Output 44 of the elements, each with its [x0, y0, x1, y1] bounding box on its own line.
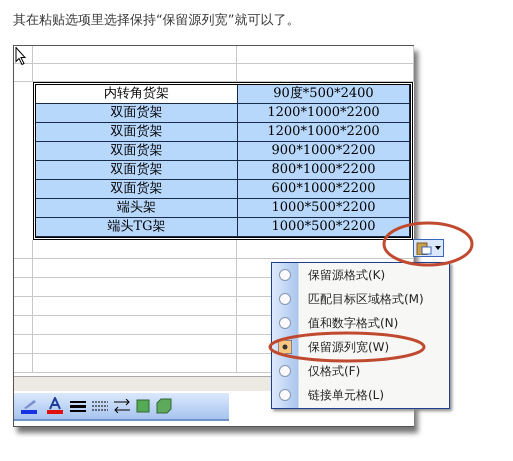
table-cell: 双面货架	[36, 142, 238, 161]
table-cell: 90度*500*2400	[238, 85, 410, 104]
line-style-icon[interactable]	[70, 400, 86, 412]
table-cell: 双面货架	[36, 161, 238, 180]
clipboard-icon	[416, 241, 432, 255]
empty-cell	[14, 259, 33, 278]
menu-item[interactable]: 链接单元格(L)	[272, 383, 449, 407]
menu-item[interactable]: 匹配目标区域格式(M)	[272, 287, 449, 311]
menu-item[interactable]: 保留源列宽(W)	[272, 335, 449, 359]
menu-item[interactable]: 值和数字格式(N)	[272, 311, 449, 335]
menu-item[interactable]: 仅格式(F)	[272, 359, 449, 383]
radio-button[interactable]	[278, 316, 292, 330]
table-cell: 1000*500*2200	[238, 199, 410, 218]
radio-button[interactable]	[278, 268, 292, 282]
table-cell: 端头TG架	[36, 218, 238, 237]
radio-button[interactable]	[278, 340, 292, 354]
table-cell: 端头架	[36, 199, 238, 218]
arrow-style-icon[interactable]	[114, 399, 130, 413]
empty-cell	[14, 297, 33, 316]
table-cell: 600*1000*2200	[238, 180, 410, 199]
font-color-icon[interactable]	[46, 397, 64, 415]
3d-box-icon[interactable]	[156, 398, 172, 414]
menu-item[interactable]: 保留源格式(K)	[272, 263, 449, 287]
table-cell: 900*1000*2200	[238, 142, 410, 161]
empty-cell	[14, 278, 33, 297]
caret-icon	[435, 246, 441, 250]
empty-cell	[14, 316, 33, 335]
table-cell: 双面货架	[36, 180, 238, 199]
empty-cell	[14, 354, 33, 373]
radio-button[interactable]	[278, 388, 292, 402]
table-cell: 1000*500*2200	[238, 218, 410, 237]
paste-options-button[interactable]	[413, 239, 444, 257]
table-cell: 1200*1000*2200	[238, 104, 410, 123]
line-color-icon[interactable]	[20, 398, 40, 414]
table-cell: 800*1000*2200	[238, 161, 410, 180]
table-cell: 双面货架	[36, 104, 238, 123]
radio-button[interactable]	[278, 364, 292, 378]
table-cell: 1200*1000*2200	[238, 123, 410, 142]
empty-cell	[14, 240, 33, 259]
instruction-text: 其在粘贴选项里选择保持“保留源列宽”就可以了。	[12, 12, 300, 30]
radio-button[interactable]	[278, 292, 292, 306]
dash-style-icon[interactable]	[92, 400, 108, 412]
table-cell: 双面货架	[36, 123, 238, 142]
empty-cell	[14, 335, 33, 354]
